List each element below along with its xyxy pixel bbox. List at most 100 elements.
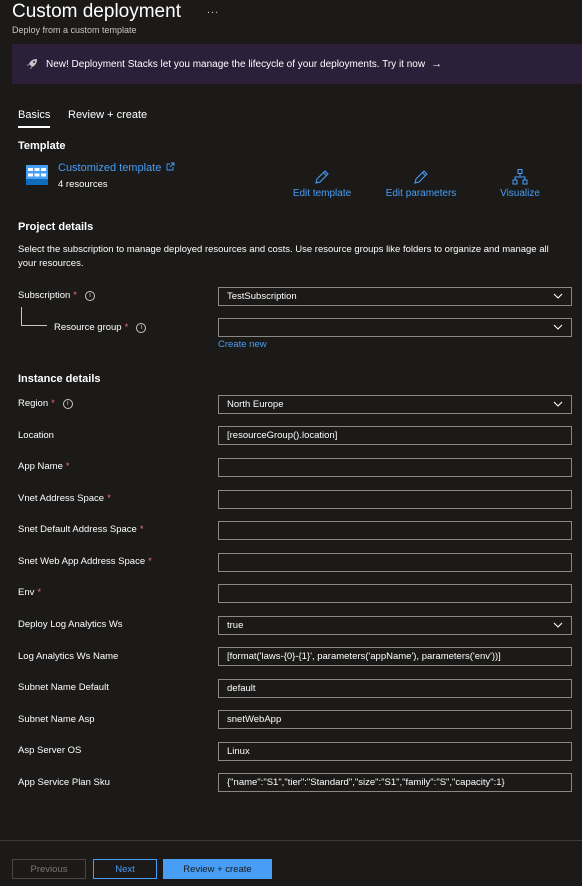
visualize-label: Visualize — [500, 188, 540, 199]
resource-count: 4 resources — [58, 179, 108, 190]
subnet-name-asp-input[interactable]: snetWebApp — [218, 710, 572, 729]
app-service-plan-sku-value: {"name":"S1","tier":"Standard","size":"S… — [227, 777, 505, 788]
subnet-name-default-input[interactable]: default — [218, 679, 572, 698]
previous-button[interactable]: Previous — [12, 859, 86, 879]
location-input[interactable]: [resourceGroup().location] — [218, 426, 572, 445]
tab-review-create[interactable]: Review + create — [68, 109, 147, 121]
edit-template-button[interactable]: Edit template — [290, 168, 354, 199]
chevron-down-icon — [553, 622, 563, 628]
resource-group-label-text: Resource group — [54, 322, 122, 333]
log-analytics-ws-name-label: Log Analytics Ws Name — [18, 651, 118, 662]
location-value: [resourceGroup().location] — [227, 430, 338, 441]
rocket-icon — [26, 58, 40, 70]
edit-parameters-label: Edit parameters — [385, 188, 457, 199]
subnet-name-default-value: default — [227, 683, 256, 694]
tree-connector — [21, 307, 22, 325]
subnet-name-asp-label-text: Subnet Name Asp — [18, 714, 95, 725]
external-link-icon — [166, 162, 175, 171]
create-new-link[interactable]: Create new — [218, 339, 267, 350]
asp-server-os-input[interactable]: Linux — [218, 742, 572, 761]
required-marker: * — [65, 461, 70, 472]
subscription-value: TestSubscription — [227, 291, 297, 302]
subscription-dropdown[interactable]: TestSubscription — [218, 287, 572, 306]
banner-text: New! Deployment Stacks let you manage th… — [46, 58, 426, 70]
info-icon[interactable]: i — [62, 398, 73, 409]
customized-template-label: Customized template — [58, 162, 162, 174]
pencil-icon — [315, 170, 329, 184]
deploy-log-analytics-ws-label-text: Deploy Log Analytics Ws — [18, 619, 123, 630]
region-value: North Europe — [227, 399, 284, 410]
hierarchy-icon — [512, 169, 528, 185]
subnet-name-default-label-text: Subnet Name Default — [18, 682, 109, 693]
vnet-address-space-input[interactable] — [218, 490, 572, 509]
next-button[interactable]: Next — [93, 859, 157, 879]
env-input[interactable] — [218, 584, 572, 603]
env-label: Env * — [18, 587, 41, 598]
app-name-label-text: App Name — [18, 461, 63, 472]
log-analytics-ws-name-input[interactable]: [format('laws-{0}-{1}', parameters('appN… — [218, 647, 572, 666]
snet-default-address-space-input[interactable] — [218, 521, 572, 540]
vnet-address-space-label-text: Vnet Address Space — [18, 493, 105, 504]
asp-server-os-label: Asp Server OS — [18, 745, 81, 756]
app-name-input[interactable] — [218, 458, 572, 477]
page-title: Custom deployment — [12, 1, 181, 22]
pencil-icon — [414, 170, 428, 184]
snet-web-app-address-space-input[interactable] — [218, 553, 572, 572]
project-details-heading: Project details — [18, 221, 94, 233]
subscription-label-text: Subscription — [18, 290, 71, 301]
subscription-label: Subscription * i — [18, 290, 95, 301]
location-label: Location — [18, 430, 54, 441]
tab-basics[interactable]: Basics — [18, 109, 50, 121]
required-marker: * — [148, 556, 152, 567]
more-options-button[interactable]: ... — [207, 4, 219, 16]
log-analytics-ws-name-label-text: Log Analytics Ws Name — [18, 651, 119, 662]
chevron-down-icon — [553, 293, 563, 299]
location-label-text: Location — [18, 430, 54, 441]
review-create-button[interactable]: Review + create — [163, 859, 272, 879]
resource-group-label: Resource group * i — [54, 322, 147, 333]
required-marker: * — [51, 398, 55, 409]
template-heading: Template — [18, 140, 66, 152]
info-icon[interactable]: i — [84, 290, 95, 301]
edit-template-label: Edit template — [292, 188, 352, 199]
arrow-right-icon: → — [431, 58, 443, 70]
asp-server-os-label-text: Asp Server OS — [18, 745, 82, 756]
region-label-text: Region — [18, 398, 49, 409]
tree-connector — [21, 325, 47, 326]
subnet-name-asp-label: Subnet Name Asp — [18, 714, 95, 725]
instance-details-heading: Instance details — [18, 373, 101, 385]
resource-group-dropdown[interactable] — [218, 318, 572, 337]
subnet-name-default-label: Subnet Name Default — [18, 682, 109, 693]
active-tab-indicator — [18, 126, 50, 128]
vnet-address-space-label: Vnet Address Space * — [18, 493, 111, 504]
deploy-log-analytics-ws-value: true — [227, 620, 244, 631]
app-name-label: App Name * — [18, 461, 70, 472]
footer-divider — [0, 840, 582, 841]
app-service-plan-sku-input[interactable]: {"name":"S1","tier":"Standard","size":"S… — [218, 773, 572, 792]
page-subtitle: Deploy from a custom template — [12, 25, 137, 35]
project-description: Select the subscription to manage deploy… — [18, 244, 549, 269]
required-marker: * — [73, 290, 77, 301]
snet-default-address-space-label: Snet Default Address Space * — [18, 524, 144, 535]
deploy-log-analytics-ws-label: Deploy Log Analytics Ws — [18, 619, 123, 630]
required-marker: * — [37, 587, 42, 598]
info-icon[interactable]: i — [136, 322, 147, 333]
snet-web-app-address-space-label-text: Snet Web App Address Space — [18, 556, 146, 567]
visualize-button[interactable]: Visualize — [495, 168, 545, 199]
chevron-down-icon — [553, 324, 563, 330]
env-label-text: Env — [18, 587, 35, 598]
snet-web-app-address-space-label: Snet Web App Address Space * — [18, 556, 152, 567]
deploy-log-analytics-ws-dropdown[interactable]: true — [218, 616, 572, 635]
required-marker: * — [107, 493, 111, 504]
required-marker: * — [139, 524, 144, 535]
template-icon — [26, 165, 48, 185]
customized-template-link[interactable]: Customized template — [58, 162, 175, 174]
asp-server-os-value: Linux — [227, 746, 250, 757]
edit-parameters-button[interactable]: Edit parameters — [383, 168, 459, 199]
region-dropdown[interactable]: North Europe — [218, 395, 572, 414]
app-service-plan-sku-label-text: App Service Plan Sku — [18, 777, 110, 788]
chevron-down-icon — [553, 401, 563, 407]
region-label: Region * i — [18, 398, 73, 409]
info-banner[interactable]: New! Deployment Stacks let you manage th… — [12, 44, 582, 84]
log-analytics-ws-name-value: [format('laws-{0}-{1}', parameters('appN… — [227, 651, 501, 662]
